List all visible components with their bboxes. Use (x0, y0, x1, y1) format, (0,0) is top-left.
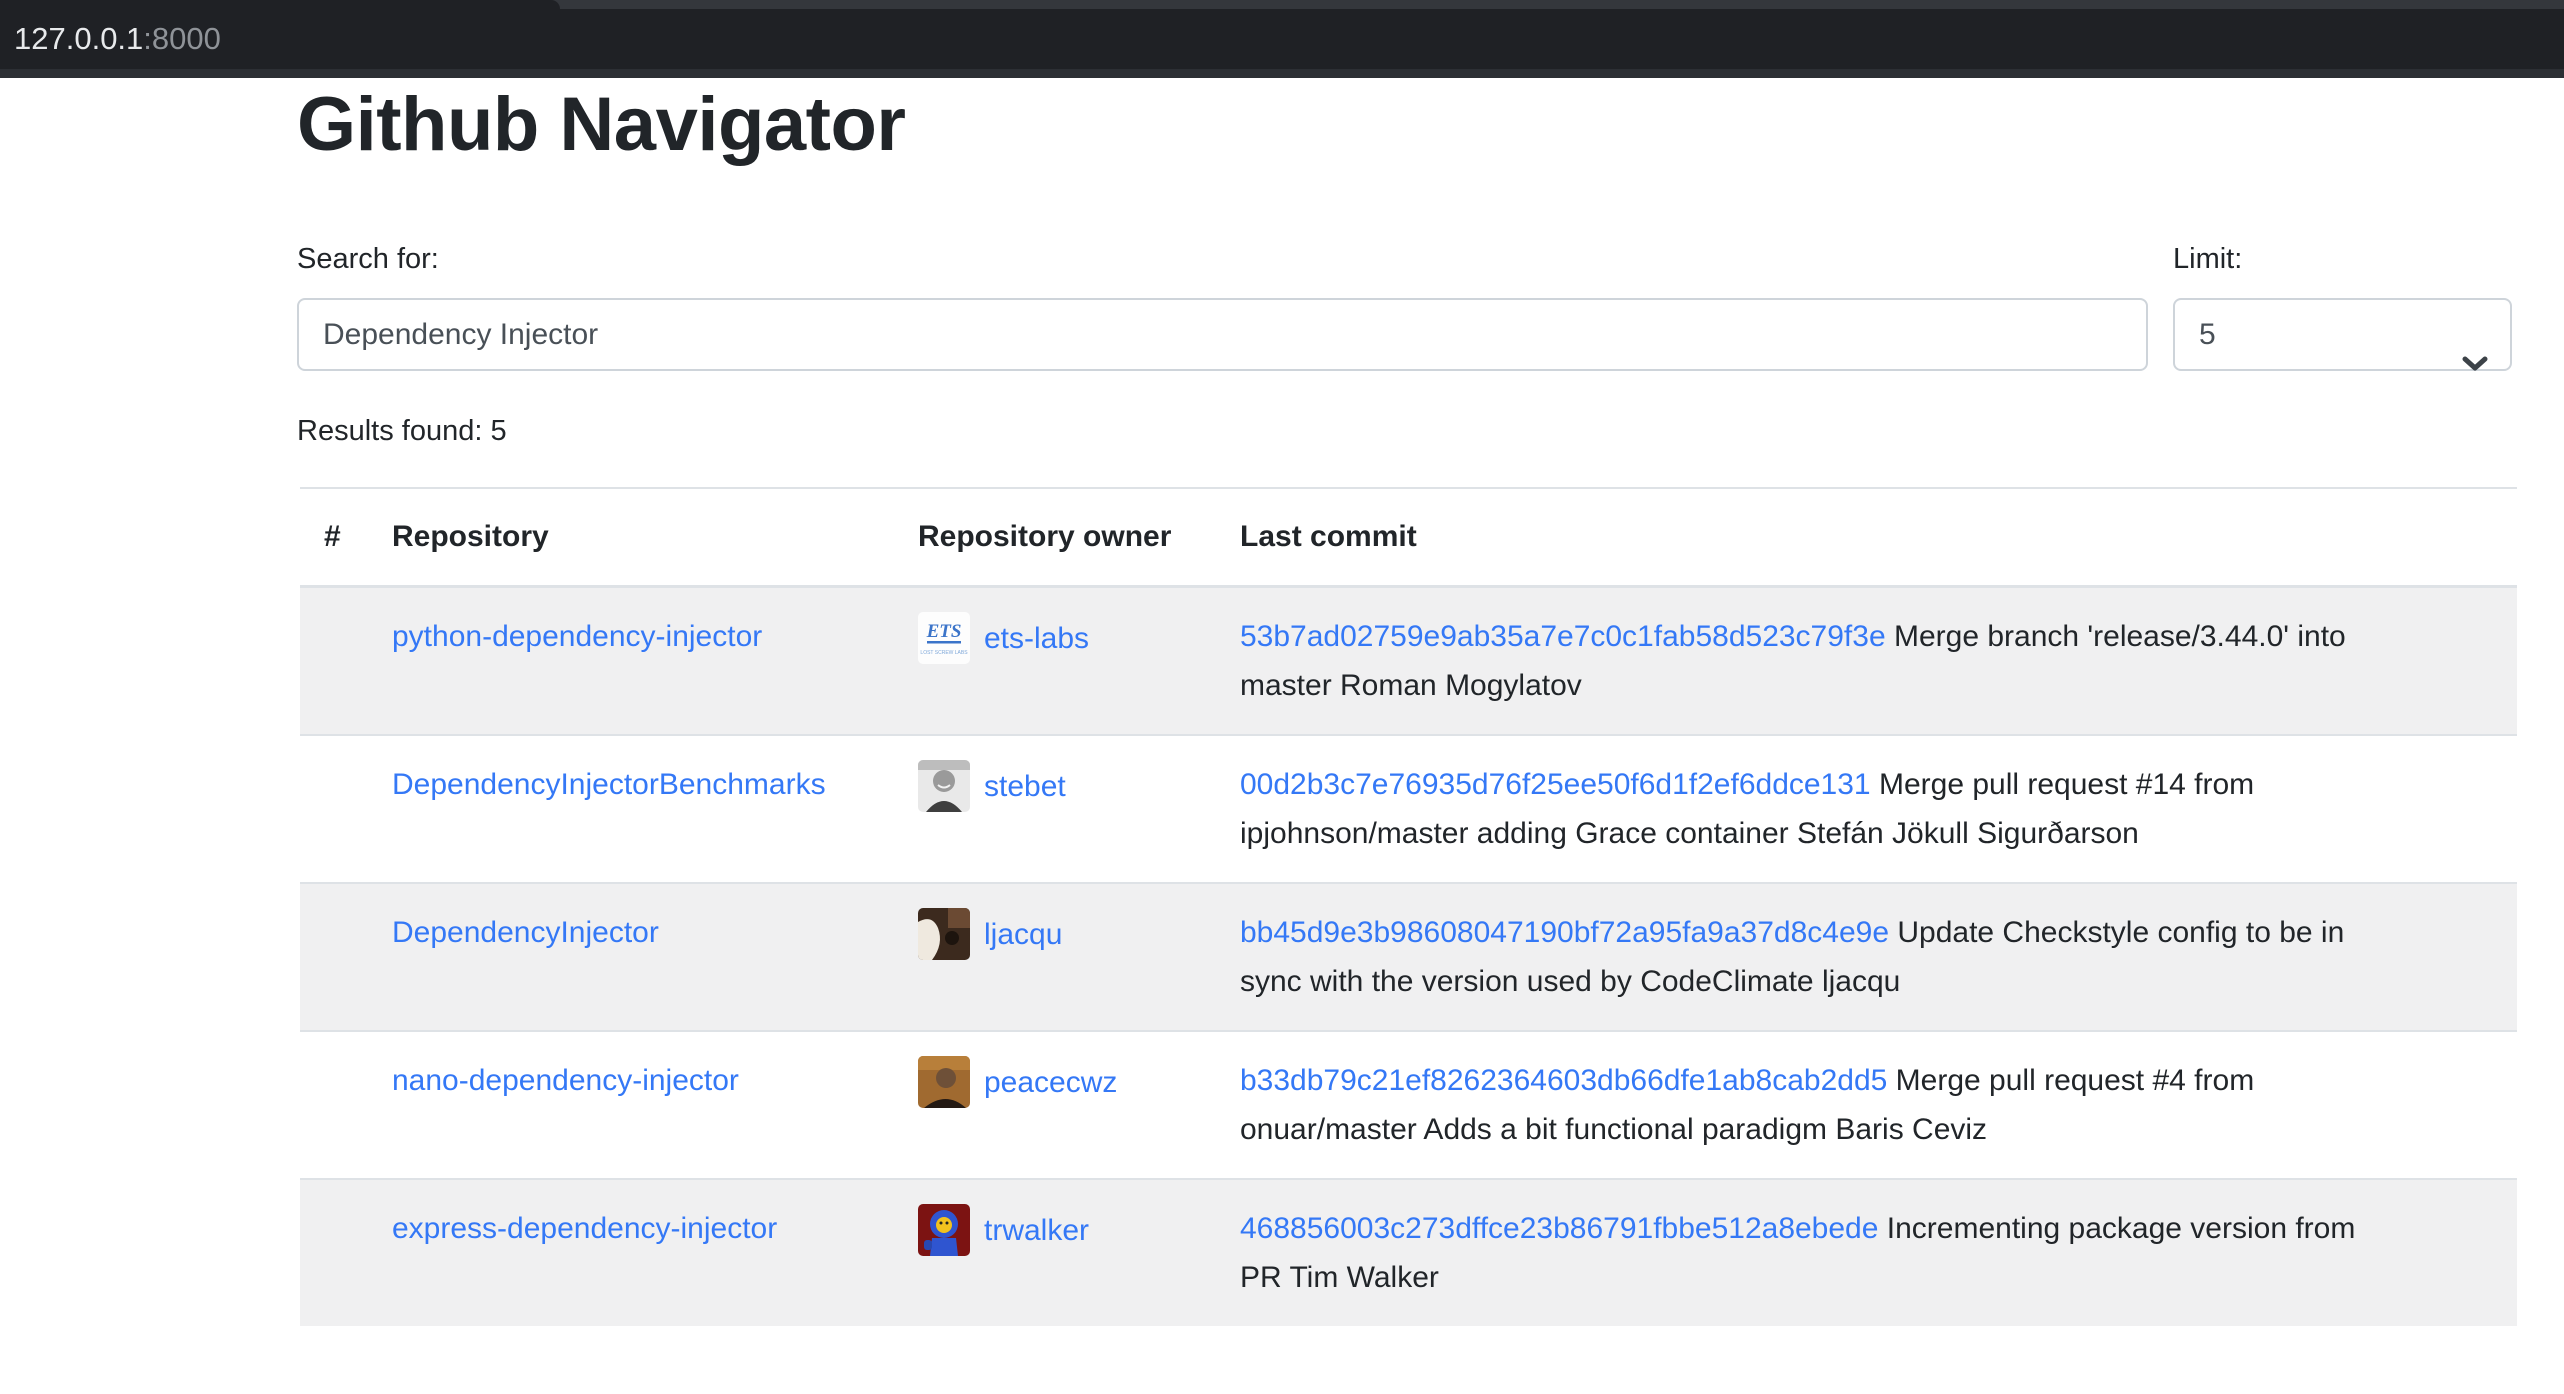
repository-link[interactable]: DependencyInjector (392, 916, 659, 949)
page-title: Github Navigator (297, 83, 905, 167)
column-header-repository: Repository (368, 488, 894, 587)
owner-avatar (918, 760, 970, 812)
commit-hash-link[interactable]: 53b7ad02759e9ab35a7e7c0c1fab58d523c79f3e (1240, 620, 1886, 653)
active-tab[interactable] (0, 0, 560, 9)
owner-cell: peacecwz (894, 1031, 1216, 1179)
owner-avatar (918, 1056, 970, 1108)
row-number-cell (300, 883, 368, 1031)
column-header-owner: Repository owner (894, 488, 1216, 587)
table-row: nano-dependency-injector peacecwz b33db7… (300, 1031, 2517, 1179)
search-label: Search for: (297, 242, 439, 276)
commit-cell: bb45d9e3b98608047190bf72a95fa9a37d8c4e9e… (1216, 883, 2517, 1031)
url-text: 127.0.0.1:8000 (14, 9, 221, 69)
results-summary: Results found: 5 (297, 414, 507, 448)
chevron-down-icon (2462, 328, 2488, 397)
table-header-row: # Repository Repository owner Last commi… (300, 488, 2517, 587)
owner-avatar (918, 908, 970, 960)
owner-link[interactable]: trwalker (984, 1206, 1089, 1255)
browser-chrome: 127.0.0.1:8000 (0, 0, 2564, 78)
repository-link[interactable]: python-dependency-injector (392, 620, 762, 653)
owner-avatar: ETS LOST SCREW LABS (918, 612, 970, 664)
row-number-cell (300, 735, 368, 883)
repository-cell: express-dependency-injector (368, 1179, 894, 1326)
owner-cell: ljacqu (894, 883, 1216, 1031)
repository-link[interactable]: express-dependency-injector (392, 1212, 777, 1245)
repository-cell: python-dependency-injector (368, 587, 894, 736)
table-row: DependencyInjector ljacqu bb45d9e3b98608… (300, 883, 2517, 1031)
page-content: Github Navigator Search for: Limit: 5 Re… (0, 78, 2564, 1394)
repository-link[interactable]: nano-dependency-injector (392, 1064, 739, 1097)
row-number-cell (300, 1031, 368, 1179)
results-table: # Repository Repository owner Last commi… (300, 487, 2517, 1326)
owner-avatar (918, 1204, 970, 1256)
commit-hash-link[interactable]: bb45d9e3b98608047190bf72a95fa9a37d8c4e9e (1240, 916, 1889, 949)
results-table-body: python-dependency-injector ETS LOST SCRE… (300, 587, 2517, 1327)
url-port: :8000 (143, 21, 221, 56)
repository-cell: nano-dependency-injector (368, 1031, 894, 1179)
repository-cell: DependencyInjectorBenchmarks (368, 735, 894, 883)
owner-link[interactable]: stebet (984, 762, 1066, 811)
commit-cell: 53b7ad02759e9ab35a7e7c0c1fab58d523c79f3e… (1216, 587, 2517, 736)
commit-cell: 468856003c273dffce23b86791fbbe512a8ebede… (1216, 1179, 2517, 1326)
limit-select-value: 5 (2199, 318, 2216, 351)
table-row: python-dependency-injector ETS LOST SCRE… (300, 587, 2517, 736)
table-row: DependencyInjectorBenchmarks stebet 00d2… (300, 735, 2517, 883)
owner-link[interactable]: ljacqu (984, 910, 1062, 959)
commit-cell: 00d2b3c7e76935d76f25ee50f6d1f2ef6ddce131… (1216, 735, 2517, 883)
owner-link[interactable]: peacecwz (984, 1058, 1117, 1107)
svg-text:ETS: ETS (926, 621, 962, 642)
owner-cell: trwalker (894, 1179, 1216, 1326)
repository-link[interactable]: DependencyInjectorBenchmarks (392, 768, 826, 801)
search-input[interactable] (297, 298, 2148, 371)
row-number-cell (300, 587, 368, 736)
commit-hash-link[interactable]: 468856003c273dffce23b86791fbbe512a8ebede (1240, 1212, 1878, 1245)
commit-hash-link[interactable]: b33db79c21ef8262364603db66dfe1ab8cab2dd5 (1240, 1064, 1887, 1097)
commit-cell: b33db79c21ef8262364603db66dfe1ab8cab2dd5… (1216, 1031, 2517, 1179)
column-header-number: # (300, 488, 368, 587)
owner-link[interactable]: ets-labs (984, 614, 1089, 663)
owner-cell: ETS LOST SCREW LABS ets-labs (894, 587, 1216, 736)
url-host: 127.0.0.1 (14, 21, 143, 56)
row-number-cell (300, 1179, 368, 1326)
owner-cell: stebet (894, 735, 1216, 883)
address-bar[interactable]: 127.0.0.1:8000 (0, 9, 2564, 69)
repository-cell: DependencyInjector (368, 883, 894, 1031)
chrome-bottom-strip (0, 69, 2564, 78)
limit-select[interactable]: 5 (2173, 298, 2512, 371)
limit-label: Limit: (2173, 242, 2242, 276)
table-row: express-dependency-injector trwalker 468… (300, 1179, 2517, 1326)
column-header-last-commit: Last commit (1216, 488, 2517, 587)
commit-hash-link[interactable]: 00d2b3c7e76935d76f25ee50f6d1f2ef6ddce131 (1240, 768, 1871, 801)
svg-text:LOST SCREW LABS: LOST SCREW LABS (920, 650, 968, 656)
